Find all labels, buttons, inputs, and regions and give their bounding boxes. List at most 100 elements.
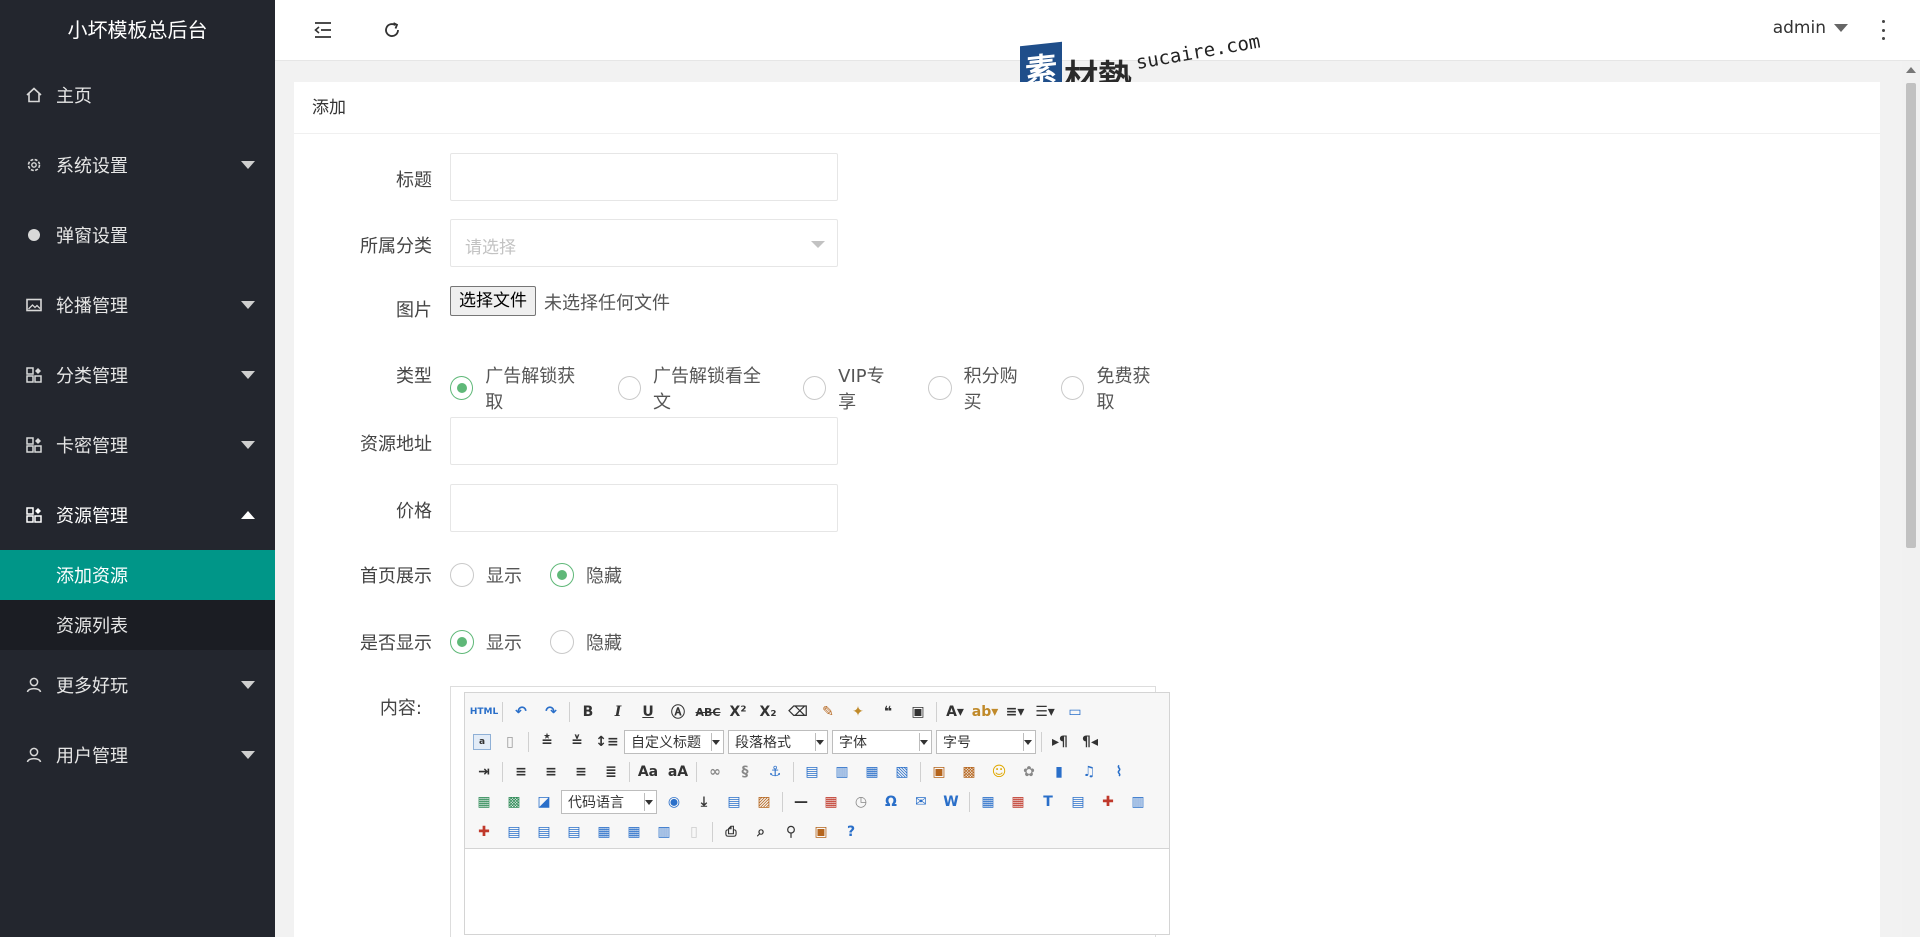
merge-cells-icon[interactable]: ▤ [503,821,525,843]
clear-doc-icon[interactable]: ▯ [499,731,521,753]
image-none-icon[interactable]: ▤ [801,761,823,783]
type-radio-vip[interactable]: VIP专享 [802,362,901,414]
redo-icon[interactable]: ↷ [540,701,562,723]
code-language-select[interactable]: 代码语言 [561,790,657,814]
row-spacing-bottom-icon[interactable]: ≚ [566,731,588,753]
lowercase-icon[interactable]: aA [667,761,689,783]
map-icon[interactable]: ▦ [473,791,495,813]
time-icon[interactable]: ◷ [850,791,872,813]
font-color-icon[interactable]: A▾ [944,701,966,723]
insert-image-icon[interactable]: ▣ [928,761,950,783]
type-radio-free[interactable]: 免费获取 [1061,362,1166,414]
row-spacing-top-icon[interactable]: ≛ [536,731,558,753]
fullscreen-icon[interactable]: ▭ [1064,701,1086,723]
sidebar-item-category[interactable]: 分类管理 [0,340,275,410]
template-icon[interactable]: ▤ [723,791,745,813]
draft-icon[interactable]: ▣ [810,821,832,843]
webapp-icon[interactable]: ◉ [663,791,685,813]
sidebar-subitem-resource-list[interactable]: 资源列表 [0,600,275,650]
video-icon[interactable]: ▮ [1048,761,1070,783]
align-justify-icon[interactable]: ≣ [600,761,622,783]
help-icon[interactable]: ? [840,821,862,843]
split-to-cols-icon[interactable]: ▥ [653,821,675,843]
bold-icon[interactable]: B [577,701,599,723]
merge-down-icon[interactable]: ▤ [563,821,585,843]
search-replace-icon[interactable]: ⚲ [780,821,802,843]
indent-icon[interactable]: ⇥ [473,761,495,783]
italic-icon[interactable]: I [607,701,629,723]
html-source-icon[interactable]: HTML [470,701,498,723]
resource-url-input[interactable] [450,417,838,465]
delete-col-icon[interactable]: ✚ [473,821,495,843]
type-radio-points[interactable]: 积分购买 [928,362,1033,414]
choose-file-button[interactable]: 选择文件 [450,286,536,316]
sidebar-item-card-keys[interactable]: 卡密管理 [0,410,275,480]
sidebar-subitem-add-resource[interactable]: 添加资源 [0,550,275,600]
image-right-icon[interactable]: ▦ [861,761,883,783]
font-border-icon[interactable]: Ⓐ [667,701,689,723]
page-break-icon[interactable]: ⤓ [693,791,715,813]
preview-icon[interactable]: ⌕ [750,821,772,843]
align-left-icon[interactable]: ≡ [510,761,532,783]
paste-plain-icon[interactable]: ▣ [907,701,929,723]
more-vertical-icon[interactable] [1878,20,1888,40]
date-icon[interactable]: ▦ [820,791,842,813]
type-radio-ad-unlock[interactable]: 广告解锁获取 [450,362,590,414]
font-family-select[interactable]: 字体 [832,730,932,754]
unordered-list-icon[interactable]: ☰▾ [1034,701,1056,723]
type-radio-ad-unlock-full[interactable]: 广告解锁看全文 [617,362,775,414]
paragraph-select[interactable]: 段落格式 [728,730,828,754]
sidebar-item-carousel[interactable]: 轮播管理 [0,270,275,340]
music-icon[interactable]: ♫ [1078,761,1100,783]
split-to-cells-icon[interactable]: ▦ [593,821,615,843]
align-center-icon[interactable]: ≡ [540,761,562,783]
image-left-icon[interactable]: ▥ [831,761,853,783]
eraser-icon[interactable]: ⌫ [787,701,809,723]
sidebar-item-home[interactable]: 主页 [0,60,275,130]
rtl-icon[interactable]: ¶◂ [1079,731,1101,753]
special-char-icon[interactable]: Ω [880,791,902,813]
page-scrollbar[interactable] [1902,61,1920,937]
insert-table-icon[interactable]: ▦ [977,791,999,813]
unlink-icon[interactable]: § [734,761,756,783]
ordered-list-icon[interactable]: ≡▾ [1004,701,1026,723]
format-brush-icon[interactable]: ✎ [817,701,839,723]
google-map-icon[interactable]: ▩ [503,791,525,813]
emoji-icon[interactable]: ☺ [988,761,1010,783]
auto-format-icon[interactable]: ✦ [847,701,869,723]
chart-icon[interactable]: ▯ [683,821,705,843]
superscript-icon[interactable]: X² [727,701,749,723]
sidebar-item-user-management[interactable]: 用户管理 [0,720,275,790]
uppercase-icon[interactable]: Aa [637,761,659,783]
background-icon[interactable]: ▨ [753,791,775,813]
split-to-rows-icon[interactable]: ▦ [623,821,645,843]
strikethrough-icon[interactable]: ABC [696,701,721,723]
attachment-icon[interactable]: ⌇ [1108,761,1130,783]
scrawl-icon[interactable]: ✿ [1018,761,1040,783]
price-input[interactable] [450,484,838,532]
horizontal-rule-icon[interactable]: — [790,791,812,813]
align-right-icon[interactable]: ≡ [570,761,592,783]
subscript-icon[interactable]: X₂ [757,701,779,723]
refresh-icon[interactable] [380,18,404,42]
title-input[interactable] [450,153,838,201]
underline-icon[interactable]: U [637,701,659,723]
link-icon[interactable]: ∞ [704,761,726,783]
sidebar-item-resources[interactable]: 资源管理 [0,480,275,550]
category-select[interactable]: 请选择 [450,219,838,267]
image-center-icon[interactable]: ▧ [891,761,913,783]
insert-col-icon[interactable]: ▥ [1127,791,1149,813]
font-size-select[interactable]: 字号 [936,730,1036,754]
delete-table-icon[interactable]: ▦ [1007,791,1029,813]
sidebar-item-more-fun[interactable]: 更多好玩 [0,650,275,720]
select-all-icon[interactable]: a [473,734,491,750]
delete-row-icon[interactable]: ✚ [1097,791,1119,813]
insert-paragraph-before-table-icon[interactable]: T [1037,791,1059,813]
anchor-icon[interactable]: ⚓ [764,761,786,783]
visible-radio-show[interactable]: 显示 [450,629,522,655]
undo-icon[interactable]: ↶ [510,701,532,723]
user-menu[interactable]: admin [1773,18,1848,38]
multi-image-icon[interactable]: ▩ [958,761,980,783]
homepage-radio-show[interactable]: 显示 [450,562,522,588]
sidebar-item-system-settings[interactable]: 系统设置 [0,130,275,200]
